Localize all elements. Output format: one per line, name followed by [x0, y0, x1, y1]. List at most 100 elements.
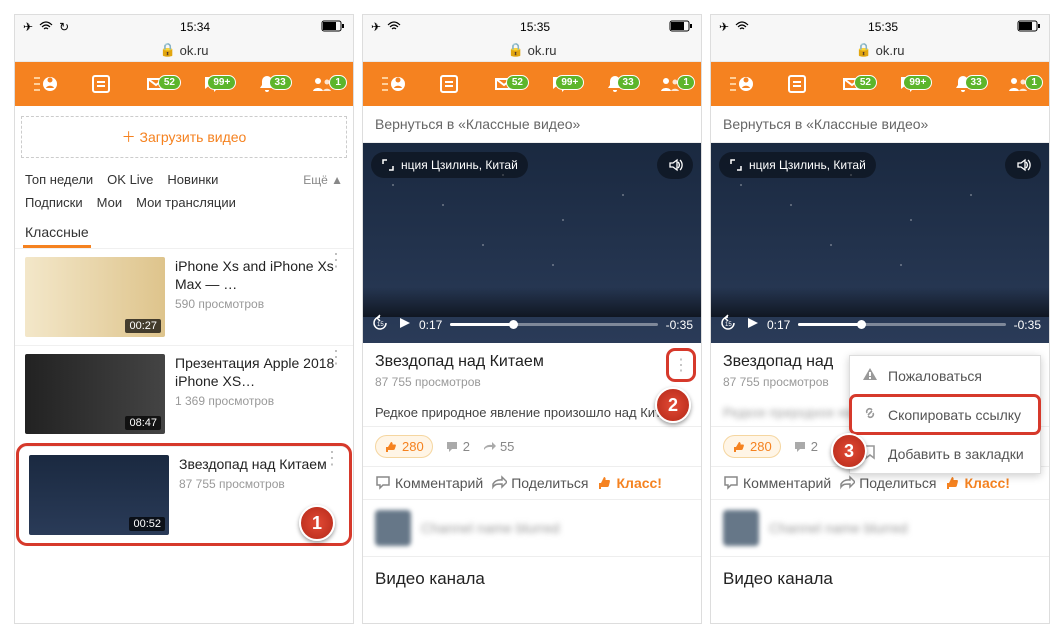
notif-icon[interactable]: 33: [588, 73, 641, 95]
fullscreen-button[interactable]: нция Цзилинь, Китай: [719, 152, 876, 178]
notif-icon[interactable]: 33: [936, 73, 989, 95]
tab-new[interactable]: Новинки: [167, 172, 218, 187]
video-item[interactable]: 08:47 Презентация Apple 2018 iPhone XS… …: [15, 345, 353, 442]
loading-icon: ↻: [59, 20, 69, 34]
url-bar[interactable]: 🔒ok.ru: [363, 39, 701, 62]
menu-bookmark[interactable]: Добавить в закладки: [850, 434, 1040, 473]
comment-button[interactable]: Комментарий: [723, 475, 831, 491]
duration: 08:47: [125, 416, 161, 430]
channel-row[interactable]: Channel name blurred: [711, 500, 1049, 556]
tab-subs[interactable]: Подписки: [25, 195, 83, 210]
tab-my[interactable]: Мои: [97, 195, 122, 210]
like-button[interactable]: 280: [375, 435, 433, 458]
video-title: iPhone Xs and iPhone Xs Max — …: [175, 257, 343, 293]
chat-icon[interactable]: 99+: [881, 73, 934, 95]
battery-icon: [1017, 20, 1041, 35]
chat-icon[interactable]: 99+: [533, 73, 586, 95]
channel-thumb: [723, 510, 759, 546]
play-button[interactable]: [397, 316, 411, 333]
more-button[interactable]: ⋮: [669, 351, 693, 379]
volume-button[interactable]: [657, 151, 693, 179]
tab-more[interactable]: Ещё ▲: [303, 173, 343, 187]
feed-icon[interactable]: [770, 73, 823, 95]
like-button[interactable]: 280: [723, 435, 781, 458]
friends-icon[interactable]: 1: [296, 73, 349, 95]
more-icon[interactable]: ⋮: [327, 257, 345, 264]
comments-count[interactable]: 2: [445, 439, 470, 454]
rewind-button[interactable]: 15: [371, 314, 389, 335]
status-bar: ✈ 15:35: [363, 15, 701, 39]
plus-icon: ＋: [122, 129, 140, 145]
messages-badge: 52: [158, 75, 181, 90]
video-title: Звездопад над Китаем: [375, 353, 689, 371]
menu-report[interactable]: Пожаловаться: [850, 356, 1040, 395]
more-icon[interactable]: ⋮: [323, 455, 341, 462]
chat-badge: 99+: [207, 75, 236, 90]
progress-bar[interactable]: [450, 323, 657, 326]
time: 15:34: [180, 20, 210, 34]
rem-time: -0:35: [666, 318, 693, 332]
menu-icon[interactable]: [715, 70, 768, 98]
wifi-icon: [735, 20, 749, 34]
menu-icon[interactable]: [19, 70, 72, 98]
shares-count[interactable]: 55: [482, 439, 514, 454]
video-views: 1 369 просмотров: [175, 394, 343, 408]
tab-top-week[interactable]: Топ недели: [25, 172, 93, 187]
tab-ok-live[interactable]: OK Live: [107, 172, 153, 187]
friends-icon[interactable]: 1: [644, 73, 697, 95]
video-actions: 280 2 55: [363, 427, 701, 467]
video-thumb: 00:52: [29, 455, 169, 535]
upload-button[interactable]: ＋ Загрузить видео: [21, 116, 347, 158]
share-button[interactable]: Поделиться: [839, 475, 936, 491]
channel-name: Channel name blurred: [769, 520, 908, 536]
comment-button[interactable]: Комментарий: [375, 475, 483, 491]
airplane-icon: ✈: [23, 20, 33, 34]
chat-icon[interactable]: 99+: [185, 73, 238, 95]
menu-copy-link[interactable]: Скопировать ссылку: [850, 395, 1040, 434]
share-button[interactable]: Поделиться: [491, 475, 588, 491]
class-button[interactable]: Класс!: [945, 475, 1038, 491]
channel-row[interactable]: Channel name blurred: [363, 500, 701, 556]
airplane-icon: ✈: [719, 20, 729, 34]
progress-bar[interactable]: [798, 323, 1005, 326]
panel-3: ✈ 15:35 🔒ok.ru 52 99+ 33 1 Вернуться в «…: [710, 14, 1050, 624]
status-bar: ✈ ↻ 15:34: [15, 15, 353, 39]
wifi-icon: [39, 20, 53, 34]
play-button[interactable]: [745, 316, 759, 333]
url: ok.ru: [180, 43, 209, 58]
section-title: Видео канала: [711, 556, 1049, 597]
video-player[interactable]: нция Цзилинь, Китай 15 0:17 -0:35: [363, 143, 701, 343]
panel-1: ✈ ↻ 15:34 🔒 ok.ru 52 99+: [14, 14, 354, 624]
fullscreen-button[interactable]: нция Цзилинь, Китай: [371, 152, 528, 178]
feed-icon[interactable]: [74, 73, 127, 95]
messages-icon[interactable]: 52: [130, 73, 183, 95]
context-menu: Пожаловаться Скопировать ссылку Добавить…: [849, 355, 1041, 474]
video-item[interactable]: 00:27 iPhone Xs and iPhone Xs Max — … 59…: [15, 248, 353, 345]
back-link[interactable]: Вернуться в «Классные видео»: [363, 106, 701, 143]
menu-icon[interactable]: [367, 70, 420, 98]
volume-button[interactable]: [1005, 151, 1041, 179]
video-player[interactable]: нция Цзилинь, Китай 15 0:17 -0:35: [711, 143, 1049, 343]
url-bar[interactable]: 🔒 ok.ru: [15, 39, 353, 62]
class-button[interactable]: Класс!: [597, 475, 690, 491]
messages-icon[interactable]: 52: [826, 73, 879, 95]
friends-icon[interactable]: 1: [992, 73, 1045, 95]
tab-classy[interactable]: Классные: [25, 224, 89, 248]
tab-live[interactable]: Мои трансляции: [136, 195, 236, 210]
notif-icon[interactable]: 33: [240, 73, 293, 95]
step-3: 3: [831, 433, 867, 469]
url-bar[interactable]: 🔒ok.ru: [711, 39, 1049, 62]
link-icon: [862, 405, 878, 424]
feed-icon[interactable]: [422, 73, 475, 95]
time: 15:35: [520, 20, 550, 34]
airplane-icon: ✈: [371, 20, 381, 34]
duration: 00:52: [129, 517, 165, 531]
rewind-button[interactable]: 15: [719, 314, 737, 335]
messages-icon[interactable]: 52: [478, 73, 531, 95]
comments-count[interactable]: 2: [793, 439, 818, 454]
more-icon[interactable]: ⋮: [327, 354, 345, 361]
section-title: Видео канала: [363, 556, 701, 597]
video-views: 590 просмотров: [175, 297, 343, 311]
back-link[interactable]: Вернуться в «Классные видео»: [711, 106, 1049, 143]
lock-icon: 🔒: [507, 42, 523, 58]
